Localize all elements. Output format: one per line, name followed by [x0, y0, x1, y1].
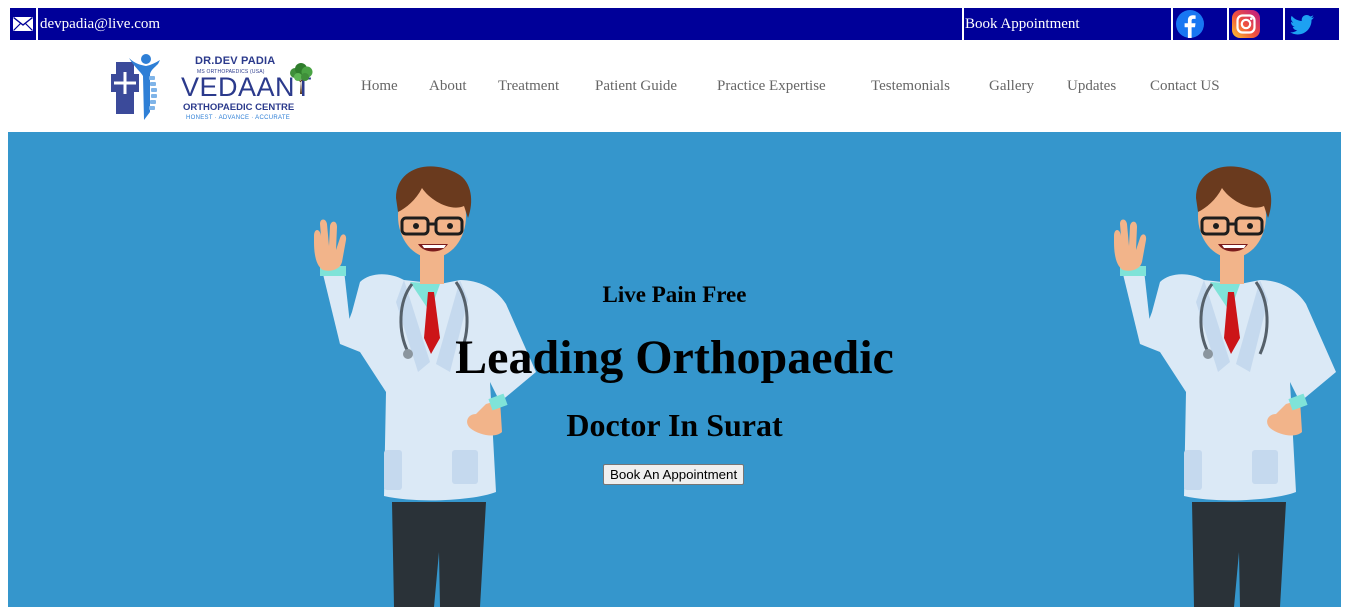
facebook-icon — [1176, 10, 1204, 39]
instagram-icon — [1232, 10, 1260, 38]
logo-doctor-name: DR.DEV PADIA — [195, 55, 276, 67]
facebook-link[interactable] — [1173, 8, 1227, 40]
hero-title: Leading Orthopaedic — [455, 331, 894, 384]
hero-kicker: Live Pain Free — [602, 282, 747, 307]
nav-gallery[interactable]: Gallery — [989, 78, 1034, 95]
contact-email-link[interactable]: devpadia@live.com — [38, 8, 962, 40]
twitter-link[interactable] — [1285, 8, 1339, 40]
logo-centre-name: ORTHOPAEDIC CENTRE — [183, 102, 295, 113]
site-header: DR.DEV PADIA MS ORTHOPAEDICS (USA) VEDAA… — [8, 40, 1341, 132]
top-contact-bar: devpadia@live.com Book Appointment — [8, 8, 1339, 40]
hero-banner: Live Pain Free Leading Orthopaedic Docto… — [8, 132, 1341, 607]
book-appointment-link[interactable]: Book Appointment — [964, 8, 1171, 40]
nav-about[interactable]: About — [429, 78, 467, 95]
main-navigation: Home About Treatment Patient Guide Pract… — [8, 78, 1341, 98]
mail-icon — [10, 8, 36, 40]
book-an-appointment-button[interactable]: Book An Appointment — [603, 464, 745, 485]
hero-subtitle: Doctor In Surat — [566, 407, 783, 443]
nav-practice-expertise[interactable]: Practice Expertise — [717, 78, 826, 95]
nav-contact-us[interactable]: Contact US — [1150, 78, 1220, 95]
nav-updates[interactable]: Updates — [1067, 78, 1116, 95]
instagram-link[interactable] — [1229, 8, 1283, 40]
logo-tagline: HONEST · ADVANCE · ACCURATE — [186, 115, 291, 121]
nav-testimonials[interactable]: Testemonials — [871, 78, 950, 95]
nav-home[interactable]: Home — [361, 78, 398, 95]
nav-treatment[interactable]: Treatment — [498, 78, 559, 95]
nav-patient-guide[interactable]: Patient Guide — [595, 78, 677, 95]
twitter-icon — [1290, 15, 1314, 35]
